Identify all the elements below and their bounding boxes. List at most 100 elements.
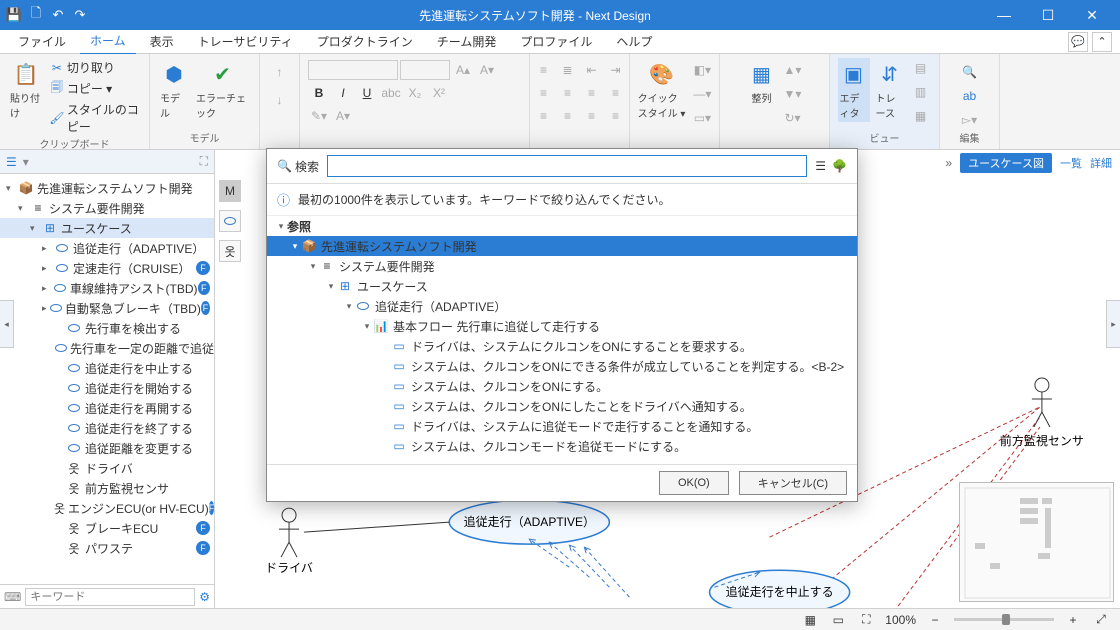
right-panel-toggle[interactable]: ▸ (1106, 300, 1120, 348)
fill-icon[interactable]: ◧▾ (691, 60, 713, 80)
bring-front-icon[interactable]: ▲▾ (782, 60, 804, 80)
subscript-button[interactable]: X₂ (404, 83, 426, 103)
collapse-ribbon-icon[interactable]: ⌃ (1092, 32, 1112, 52)
error-check-button[interactable]: ✔エラーチェック (194, 58, 251, 122)
model-button[interactable]: ⬢モデル (158, 58, 190, 122)
dialog-step[interactable]: システムは、クルコンをONにしたことをドライバへ通知する。 (411, 398, 752, 415)
dialog-step[interactable]: ドライバは、システムに追従モードで走行することを通知する。 (411, 418, 758, 435)
view-chip[interactable]: ユースケース図 (960, 153, 1052, 173)
numbering-icon[interactable]: ≣ (557, 60, 579, 80)
zoom-out-button[interactable]: − (926, 612, 944, 628)
tree-opt-icon[interactable]: ▾ (23, 155, 29, 169)
up-icon[interactable]: ↑ (269, 62, 291, 82)
left-panel-toggle[interactable]: ◂ (0, 300, 14, 348)
tree-opt2-icon[interactable]: ⛶ (200, 154, 208, 169)
view-opt1-icon[interactable]: ▤ (910, 58, 932, 78)
tree-uc[interactable]: 追従走行を中止する (85, 360, 193, 377)
search-input[interactable] (327, 155, 807, 177)
status-fit-icon[interactable]: ⛶ (857, 612, 875, 628)
select-icon[interactable]: ▻▾ (959, 110, 981, 130)
tab-profile[interactable]: プロファイル (510, 29, 602, 54)
dialog-node[interactable]: 先進運転システムソフト開発 (321, 238, 477, 255)
tool-m[interactable]: M (219, 180, 241, 202)
tree-node[interactable]: システム要件開発 (49, 200, 145, 217)
align-button[interactable]: ▦整列 (746, 58, 778, 107)
copy-button[interactable]: 🗐コピー ▾ (48, 79, 141, 98)
dialog-node[interactable]: システム要件開発 (339, 258, 435, 275)
tree-uc[interactable]: 車線維持アシスト(TBD) (70, 280, 198, 297)
undo-icon[interactable]: ↶ (50, 7, 66, 23)
tab-view[interactable]: 表示 (140, 29, 184, 54)
line-icon[interactable]: —▾ (691, 84, 713, 104)
tree-root[interactable]: 先進運転システムソフト開発 (37, 180, 193, 197)
trace-view-button[interactable]: ⇵トレース (874, 58, 906, 122)
font-shrink-icon[interactable]: A▾ (476, 60, 498, 80)
tab-file[interactable]: ファイル (8, 29, 76, 54)
dialog-step[interactable]: ドライバは、システムにクルコンをONにすることを要求する。 (411, 338, 752, 355)
tool-actor[interactable]: 옷 (219, 240, 241, 262)
tree-actor[interactable]: ドライバ (85, 460, 133, 477)
dialog-step[interactable]: システムは、クルコンモードを追従モードにする。 (411, 438, 686, 455)
ok-button[interactable]: OK(O) (659, 471, 729, 495)
tree-uc[interactable]: 先行車を一定の距離で追従 (70, 340, 214, 357)
down-icon[interactable]: ↓ (269, 90, 291, 110)
detail-link[interactable]: 詳細 (1090, 155, 1112, 171)
flat-view-icon[interactable]: ☰ (815, 159, 826, 173)
tree-uc[interactable]: 追従走行（ADAPTIVE） (73, 240, 204, 257)
tree-actor[interactable]: 前方監視センサ (85, 480, 169, 497)
tree-actor[interactable]: エンジンECU(or HV-ECU) (68, 500, 209, 517)
save-icon[interactable]: 💾 (6, 7, 22, 23)
italic-button[interactable]: I (332, 83, 354, 103)
dialog-node[interactable]: 追従走行（ADAPTIVE） (375, 298, 506, 315)
tool-ellipse[interactable] (219, 210, 241, 232)
maximize-button[interactable]: ☐ (1026, 0, 1070, 30)
font-color-icon[interactable]: A▾ (332, 106, 354, 126)
tree-node-usecase[interactable]: ユースケース (61, 220, 132, 237)
model-tree[interactable]: ▾📦先進運転システムソフト開発 ▾≡システム要件開発 ▾⊞ユースケース ▸追従走… (0, 174, 214, 584)
tree-uc[interactable]: 自動緊急ブレーキ（TBD) (65, 300, 201, 317)
zoom-slider[interactable] (954, 618, 1054, 621)
tree-uc[interactable]: 追従走行を終了する (85, 420, 193, 437)
keyword-input[interactable] (25, 588, 195, 606)
tree-uc[interactable]: 先行車を検出する (85, 320, 181, 337)
dialog-step[interactable]: システムは、クルコンをONにする。 (411, 378, 608, 395)
tab-team[interactable]: チーム開発 (427, 29, 507, 54)
bullets-icon[interactable]: ≡ (533, 60, 555, 80)
new-icon[interactable]: 🗋 (28, 7, 44, 23)
paste-button[interactable]: 📋貼り付け (8, 58, 44, 122)
tree-icon[interactable]: ☰ (6, 155, 17, 169)
underline-button[interactable]: U (356, 83, 378, 103)
close-button[interactable]: ✕ (1070, 0, 1114, 30)
replace-icon[interactable]: ab (959, 86, 981, 106)
tab-help[interactable]: ヘルプ (606, 29, 662, 54)
minimize-button[interactable]: — (982, 0, 1026, 30)
tab-traceability[interactable]: トレーサビリティ (188, 29, 303, 54)
tab-home[interactable]: ホーム (80, 28, 136, 55)
redo-icon[interactable]: ↷ (72, 7, 88, 23)
dialog-node[interactable]: 基本フロー 先行車に追従して走行する (393, 318, 600, 335)
align-left-icon[interactable]: ≡ (533, 83, 555, 103)
send-back-icon[interactable]: ▼▾ (782, 84, 804, 104)
superscript-button[interactable]: X² (428, 83, 450, 103)
editor-view-button[interactable]: ▣エディタ (838, 58, 870, 122)
dialog-step[interactable]: システムは、クルコンをONにできる条件が成立していることを判定する。<B-2> (411, 358, 844, 375)
zoom-fit-button[interactable]: ⤢ (1092, 612, 1110, 628)
list-link[interactable]: 一覧 (1060, 155, 1082, 171)
highlight-icon[interactable]: ✎▾ (308, 106, 330, 126)
find-icon[interactable]: 🔍 (959, 62, 981, 82)
filter-icon[interactable]: ⚙ (199, 590, 210, 604)
zoom-in-button[interactable]: + (1064, 612, 1082, 628)
bold-button[interactable]: B (308, 83, 330, 103)
tree-uc[interactable]: 追従走行を開始する (85, 380, 193, 397)
status-page-icon[interactable]: ▭ (829, 612, 847, 628)
dialog-node[interactable]: ユースケース (357, 278, 428, 295)
font-grow-icon[interactable]: A▴ (452, 60, 474, 80)
cut-button[interactable]: ✂切り取り (48, 58, 141, 77)
chat-icon[interactable]: 💬 (1068, 32, 1088, 52)
tree-uc[interactable]: 追従距離を変更する (85, 440, 193, 457)
tree-uc[interactable]: 追従走行を再開する (85, 400, 193, 417)
tab-productline[interactable]: プロダクトライン (307, 29, 423, 54)
cancel-button[interactable]: キャンセル(C) (739, 471, 847, 495)
status-grid-icon[interactable]: ▦ (801, 612, 819, 628)
more-icon[interactable]: » (945, 156, 952, 170)
